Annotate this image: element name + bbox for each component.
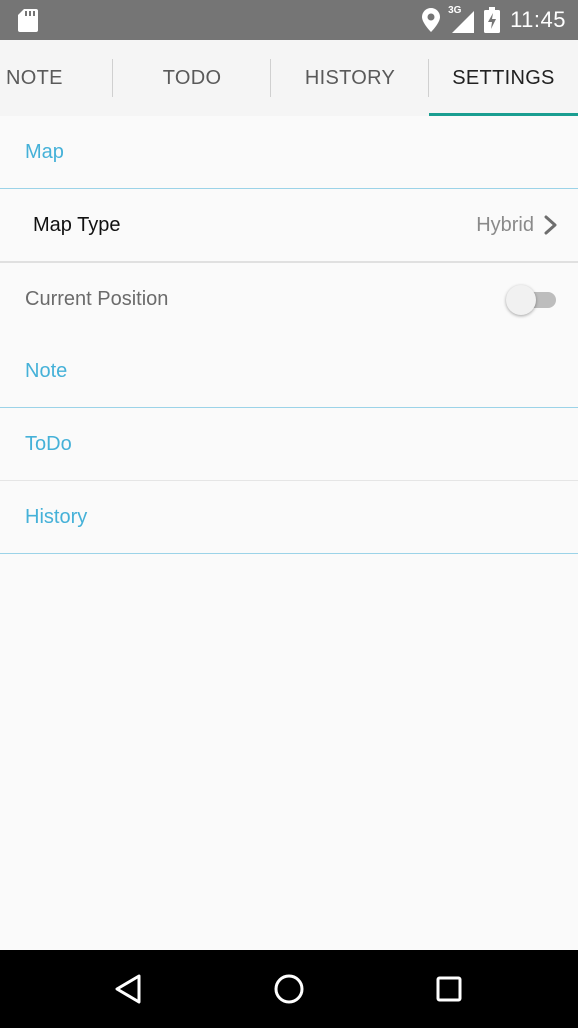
chevron-right-icon (544, 215, 557, 235)
back-icon (115, 974, 141, 1004)
map-type-preference[interactable]: Map Type Hybrid (0, 189, 578, 261)
tab-note[interactable]: NOTE (0, 40, 113, 116)
map-type-value-group: Hybrid (476, 214, 558, 237)
recents-button[interactable] (428, 968, 470, 1010)
recents-icon (436, 976, 462, 1002)
map-type-title: Map Type (33, 213, 121, 236)
current-position-preference[interactable]: Current Position (0, 263, 578, 335)
switch-thumb (506, 285, 536, 315)
section-header-history: History (25, 505, 88, 528)
sd-card-icon (18, 9, 38, 32)
section-header-note: Note (25, 359, 68, 382)
home-icon (274, 974, 304, 1004)
tab-bar: NOTE TODO HISTORY SETTINGS (0, 40, 578, 116)
tab-label: SETTINGS (452, 66, 555, 89)
section-header-todo: ToDo (25, 432, 72, 455)
tab-history[interactable]: HISTORY (271, 40, 429, 116)
tab-todo[interactable]: TODO (113, 40, 271, 116)
signal-indicator: 3G (448, 5, 476, 35)
battery-icon (484, 7, 501, 33)
signal-icon (452, 11, 475, 33)
clock: 11:45 (510, 7, 566, 32)
current-position-switch[interactable] (506, 284, 558, 315)
tab-label: TODO (162, 66, 222, 89)
tab-label: NOTE (6, 66, 63, 89)
divider (0, 553, 578, 554)
settings-list: Map Map Type Hybrid Current Position Not… (0, 116, 578, 554)
status-bar: 3G 11:45 (0, 0, 578, 40)
tab-settings[interactable]: SETTINGS (429, 40, 578, 116)
tab-label: HISTORY (304, 66, 396, 89)
back-button[interactable] (107, 968, 149, 1010)
section-header-map: Map (25, 140, 64, 163)
current-position-title: Current Position (25, 287, 169, 310)
map-type-value: Hybrid (476, 213, 534, 236)
home-button[interactable] (268, 968, 310, 1010)
location-icon (422, 8, 441, 32)
navigation-bar (0, 950, 578, 1028)
